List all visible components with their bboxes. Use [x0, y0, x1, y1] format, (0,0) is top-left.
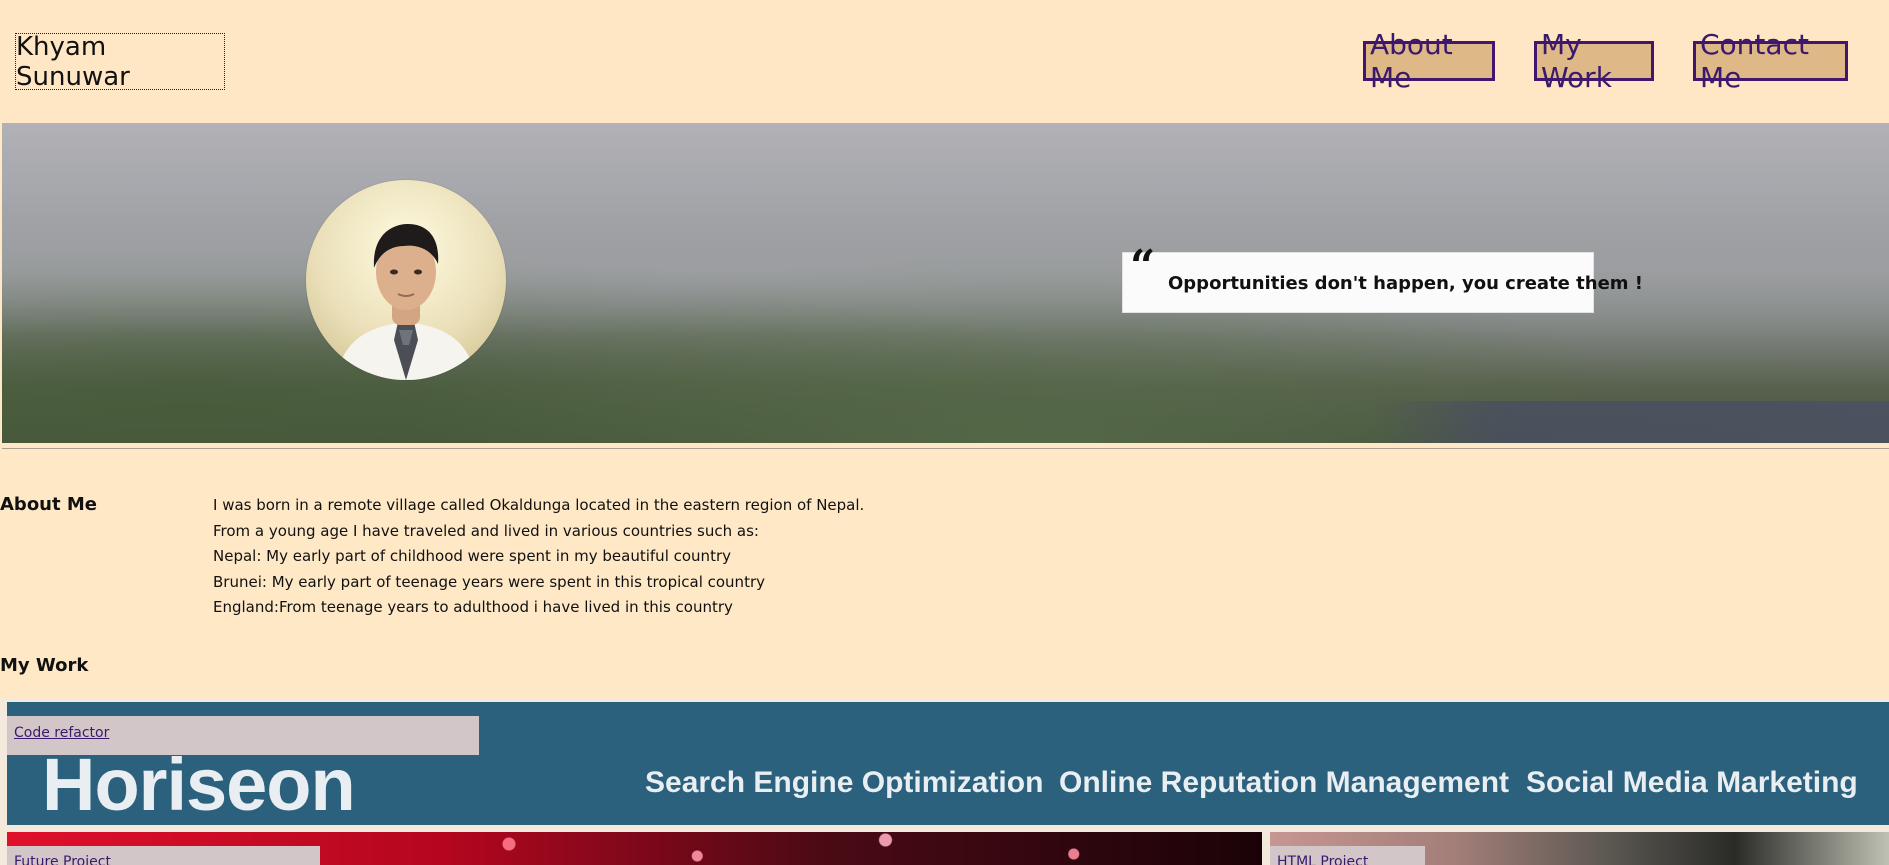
project-card-code-refactor[interactable]: Horiseon Search Engine Optimization Onli… [7, 702, 1889, 825]
quote-text: Opportunities don't happen, you create t… [1168, 273, 1644, 294]
my-work-heading: My Work [0, 655, 89, 676]
hero-lake [1369, 401, 1889, 443]
nav-about-me[interactable]: About Me [1363, 28, 1495, 94]
nav-contact-me[interactable]: Contact Me [1693, 28, 1848, 94]
horiseon-nav-item: Social Media Marketing [1526, 766, 1858, 799]
quote-card: “ Opportunities don't happen, you create… [1122, 245, 1643, 313]
about-me-heading: About Me [0, 494, 97, 515]
nav-my-work[interactable]: My Work [1534, 28, 1654, 94]
project-card-future[interactable]: Future Project [7, 832, 1262, 865]
horiseon-nav-item: Search Engine Optimization [645, 766, 1044, 799]
about-line: From a young age I have traveled and liv… [213, 521, 759, 540]
work-gallery: Horiseon Search Engine Optimization Onli… [0, 698, 1889, 865]
profile-photo [306, 180, 506, 380]
site-header: Khyam Sunuwar About Me My Work Contact M… [2, 1, 1889, 123]
about-line: England:From teenage years to adulthood … [213, 598, 733, 617]
project-card-html[interactable]: HTML Project [1270, 832, 1889, 865]
person-portrait-icon [336, 224, 476, 380]
project-link-future[interactable]: Future Project [7, 846, 320, 865]
project-link-code-refactor[interactable]: Code refactor [7, 716, 479, 755]
hero-banner: “ Opportunities don't happen, you create… [2, 123, 1889, 443]
project-link-html[interactable]: HTML Project [1270, 846, 1425, 865]
site-brand[interactable]: Khyam Sunuwar [15, 32, 225, 92]
section-divider [2, 448, 1889, 449]
about-line: Nepal: My early part of childhood were s… [213, 547, 731, 566]
horiseon-nav-item: Online Reputation Management [1059, 766, 1510, 799]
portfolio-page: Khyam Sunuwar About Me My Work Contact M… [0, 0, 1889, 865]
about-me-text: I was born in a remote village called Ok… [213, 493, 864, 621]
about-line: I was born in a remote village called Ok… [213, 496, 865, 514]
quote-mark-icon: “ [1130, 241, 1156, 292]
about-line: Brunei: My early part of teenage years w… [213, 572, 765, 591]
hero-fog [2, 193, 1889, 333]
